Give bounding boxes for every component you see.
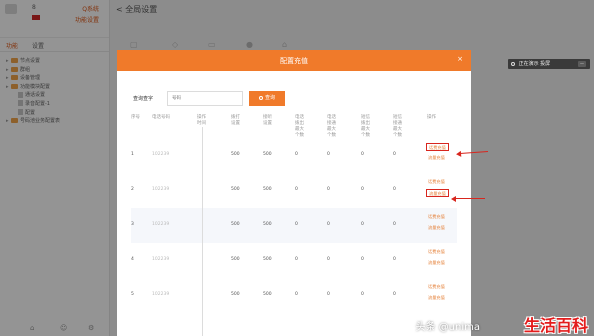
column-header: 序号 — [131, 115, 140, 120]
table-cell: 0 — [295, 257, 298, 262]
recharge-table: 序号 电话号码 操作 时间 拨打 设置 接听 设置 电话 拨出 最大 个数 电话 接通 最大 个数 短信 拨出 最大… — [131, 110, 457, 313]
table-cell: 0 — [327, 152, 330, 157]
table-cell: 500 — [231, 257, 240, 262]
table-cell: 500 — [263, 257, 272, 262]
table-cell: 0 — [393, 222, 396, 227]
package-link[interactable]: 流量充值 — [426, 154, 449, 162]
package-link[interactable]: 流量充值 — [426, 294, 447, 302]
table-cell: 0 — [295, 222, 298, 227]
table-cell: 102239 — [152, 187, 170, 192]
row-actions: 话费充值 流量充值 — [426, 213, 447, 235]
table-cell: 500 — [263, 292, 272, 297]
notification-action-button[interactable]: — — [578, 61, 586, 67]
table-cell: 0 — [393, 187, 396, 192]
modal-header: 配置充值 × — [117, 50, 471, 71]
screen-share-icon — [511, 61, 515, 66]
close-icon[interactable]: × — [457, 55, 463, 63]
table-cell: 500 — [263, 222, 272, 227]
table-cell: 0 — [295, 187, 298, 192]
table-cell: 0 — [393, 152, 396, 157]
table-cell: 0 — [361, 222, 364, 227]
table-row: 4 102239 500 500 0 0 0 0 话费充值流量充值 — [131, 243, 457, 278]
table-cell: 5 — [131, 292, 134, 297]
recharge-link[interactable]: 话费充值 — [426, 178, 449, 186]
table-cell: 0 — [393, 257, 396, 262]
search-button-label: 查询 — [264, 95, 275, 101]
annotation-arrow — [451, 195, 485, 202]
modal-title: 配置充值 — [280, 57, 308, 65]
column-header: 电话号码 — [152, 115, 170, 120]
table-cell: 0 — [361, 152, 364, 157]
column-header: 短信 拨出 最大 个数 — [361, 115, 370, 138]
table-cell: 3 — [131, 222, 134, 227]
table-cell: 0 — [327, 257, 330, 262]
row-actions: 话费充值 流量充值 — [426, 248, 447, 270]
search-button[interactable]: 查询 — [249, 91, 285, 106]
table-cell: 0 — [327, 292, 330, 297]
table-row: 5 102239 500 500 0 0 0 0 话费充值流量充值 — [131, 278, 457, 313]
search-input[interactable] — [167, 91, 243, 106]
table-cell: 4 — [131, 257, 134, 262]
table-cell: 0 — [295, 152, 298, 157]
column-header: 电话 接通 最大 个数 — [327, 115, 336, 138]
recharge-link[interactable]: 话费充值 — [426, 213, 447, 221]
column-header: 电话 拨出 最大 个数 — [295, 115, 304, 138]
table-cell: 500 — [263, 187, 272, 192]
table-cell: 102239 — [152, 292, 170, 297]
column-header: 操作 时间 — [197, 115, 206, 126]
table-cell: 1 — [131, 152, 134, 157]
package-link[interactable]: 流量充值 — [426, 259, 447, 267]
table-row: 1 102239 500 500 0 0 0 0 话费充值流量充值 — [131, 138, 457, 173]
search-icon — [258, 95, 263, 100]
notification-text: 正在演示 投屏 — [518, 61, 551, 67]
table-cell: 0 — [361, 257, 364, 262]
column-header: 拨打 设置 — [231, 115, 240, 126]
divider-line — [202, 127, 203, 336]
column-header: 操作 — [427, 115, 436, 120]
recharge-link[interactable]: 话费充值 — [426, 248, 447, 256]
table-cell: 500 — [263, 152, 272, 157]
table-header: 序号 电话号码 操作 时间 拨打 设置 接听 设置 电话 拨出 最大 个数 电话 接通 最大 个数 短信 拨出 最大… — [131, 110, 457, 138]
table-cell: 0 — [327, 222, 330, 227]
notification-toast: 正在演示 投屏 — — [508, 59, 590, 69]
column-header: 短信 接通 最大 个数 — [393, 115, 402, 138]
recharge-config-modal: 配置充值 × 查询查字 查询 序号 电话号码 操作时间 拨打设置 接听设置 电话拨出最大个… — [117, 50, 471, 336]
table-cell: 0 — [327, 187, 330, 192]
row-actions: 话费充值 流量充值 — [426, 178, 449, 200]
row-actions: 话费充值 流量充值 — [426, 143, 449, 165]
package-link[interactable]: 流量充值 — [426, 189, 449, 197]
row-actions: 话费充值 流量充值 — [426, 283, 447, 305]
table-cell: 500 — [231, 292, 240, 297]
table-cell: 2 — [131, 187, 134, 192]
table-cell: 500 — [231, 152, 240, 157]
table-cell: 0 — [361, 292, 364, 297]
table-row: 3 102239 500 500 0 0 0 0 话费充值流量充值 — [131, 208, 457, 243]
table-cell: 102239 — [152, 152, 170, 157]
recharge-link[interactable]: 话费充值 — [426, 143, 449, 151]
recharge-link[interactable]: 话费充值 — [426, 283, 447, 291]
table-row: 2 102239 500 500 0 0 0 0 话费充值流量充值 — [131, 173, 457, 208]
table-cell: 500 — [231, 187, 240, 192]
column-header: 接听 设置 — [263, 115, 272, 126]
table-cell: 0 — [295, 292, 298, 297]
package-link[interactable]: 流量充值 — [426, 224, 447, 232]
search-label: 查询查字 — [133, 96, 154, 102]
watermark-brand: 生活百科 — [523, 316, 588, 335]
table-cell: 102239 — [152, 257, 170, 262]
table-cell: 0 — [393, 292, 396, 297]
table-cell: 0 — [361, 187, 364, 192]
watermark-author: 头条 @unima — [415, 322, 480, 333]
table-cell: 102239 — [152, 222, 170, 227]
table-body: 1 102239 500 500 0 0 0 0 话费充值 流量充值 2 102239 500 500 0 0… — [131, 138, 457, 313]
table-cell: 500 — [231, 222, 240, 227]
